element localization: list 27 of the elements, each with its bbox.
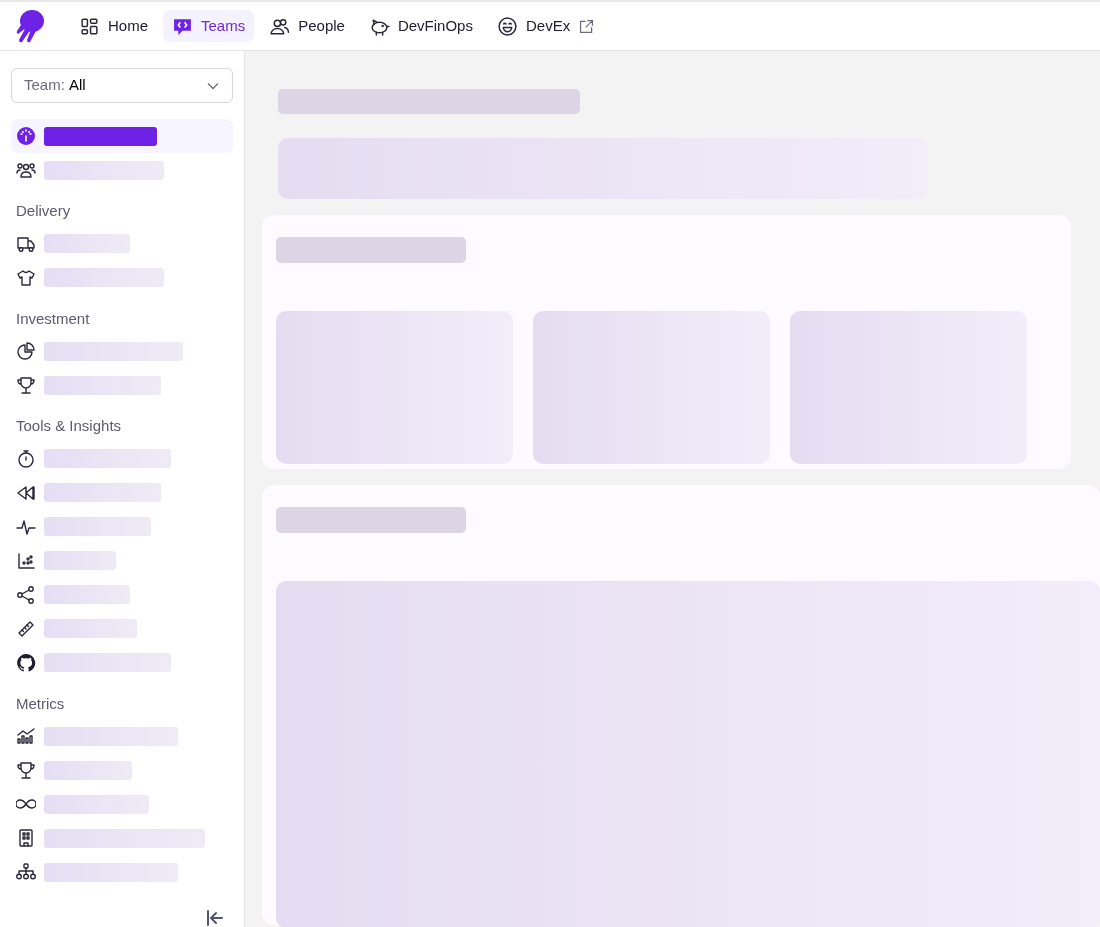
building-icon	[16, 828, 36, 848]
bar-chart-icon	[16, 726, 36, 746]
section-heading: Metrics	[16, 693, 66, 714]
gauge-icon	[16, 126, 36, 146]
shirt-icon	[16, 267, 36, 288]
hierarchy-icon	[16, 862, 36, 882]
nav-tab[interactable]: People	[260, 9, 354, 43]
share-icon	[16, 584, 36, 605]
scatter-plot-icon	[16, 550, 36, 571]
stopwatch-icon	[16, 448, 36, 469]
group-icon	[16, 160, 36, 180]
team-select[interactable]: Team: All	[11, 68, 233, 103]
section-heading: Tools & Insights	[16, 416, 123, 436]
jellyfish-logo-icon[interactable]	[14, 9, 46, 43]
trophy-icon	[16, 760, 36, 780]
nav-tab[interactable]: Teams	[163, 9, 255, 43]
nav-tab[interactable]: DevEx	[487, 9, 605, 43]
nav-tab[interactable]: Home	[70, 9, 157, 43]
sidebar-item[interactable]	[11, 119, 233, 153]
trophy-icon	[16, 375, 36, 395]
pie-chart-icon	[16, 341, 36, 361]
nav-tab[interactable]: DevFinOps	[359, 9, 482, 43]
grid-icon	[79, 15, 100, 37]
smiley-icon	[496, 15, 518, 37]
section-heading: Investment	[16, 308, 91, 329]
github-icon	[16, 652, 36, 673]
section-heading: Delivery	[16, 201, 72, 221]
